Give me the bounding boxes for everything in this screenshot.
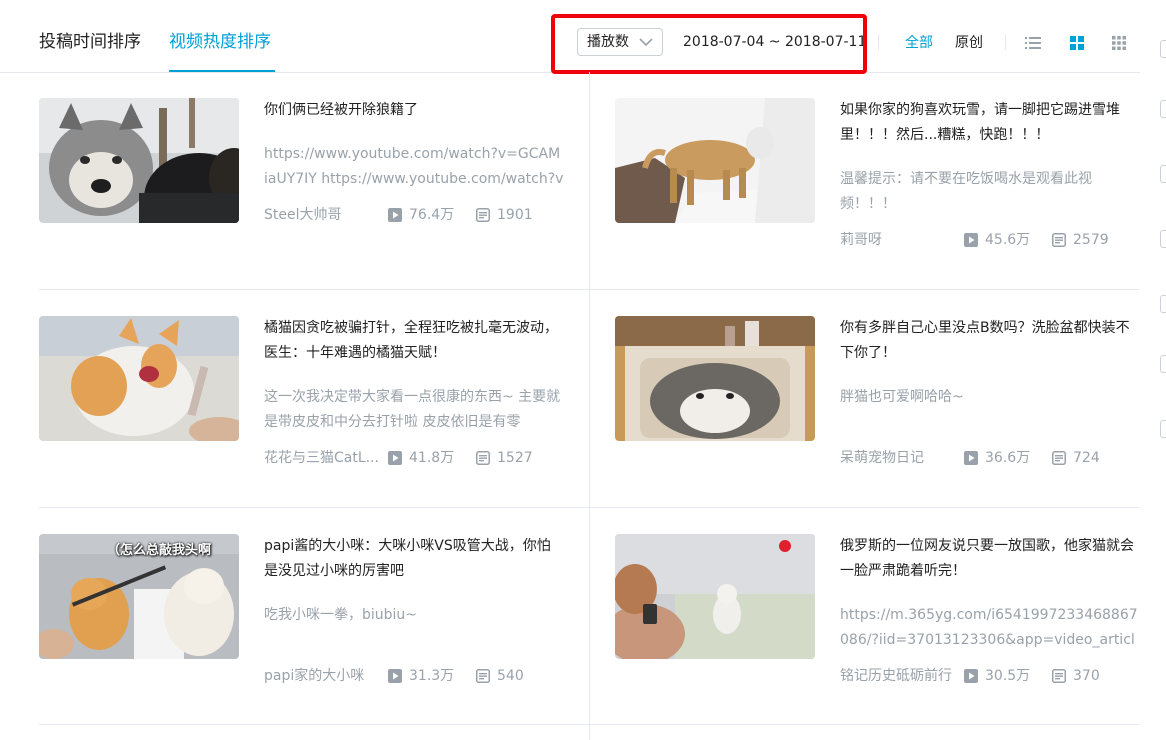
video-title[interactable]: 你有多胖自己心里没点B数吗？洗脸盆都快装不下你了！: [840, 316, 1140, 366]
video-meta: 铭记历史砥砺前行 30.5万 370: [840, 666, 1140, 686]
video-description: 温馨提示：请不要在吃饭喝水是观看此视频！！！: [840, 171, 1092, 212]
uploader-name[interactable]: Steel大帅哥: [264, 205, 382, 225]
play-count-icon: [964, 233, 978, 247]
tab-sort-by-popularity[interactable]: 视频热度排序: [169, 30, 271, 54]
danmu-count-value: 540: [497, 668, 524, 684]
video-description: https://m.365yg.com/i6541997233468867086…: [840, 607, 1138, 648]
video-description: 吃我小咪一拳，biubiu~: [264, 607, 418, 623]
video-card[interactable]: 俄罗斯的一位网友说只要一放国歌，他家猫就会一脸严肃跪着听完！ https://m…: [615, 508, 1140, 684]
danmu-count-value: 2579: [1073, 232, 1109, 248]
uploader-name[interactable]: 花花与三猫CatL...: [264, 448, 382, 468]
danmu-count-value: 370: [1073, 668, 1100, 684]
play-count-value: 31.3万: [409, 668, 455, 684]
play-count-value: 36.6万: [985, 450, 1031, 466]
video-meta: Steel大帅哥 76.4万 1901: [264, 205, 564, 225]
play-count-value: 41.8万: [409, 450, 455, 466]
video-card[interactable]: 如果你家的狗喜欢玩雪，请一脚把它踢进雪堆里！！！然后...糟糕，快跑！！！ 温馨…: [615, 72, 1140, 248]
small-grid-view-icon[interactable]: [1111, 35, 1127, 51]
uploader-name[interactable]: 莉哥呀: [840, 230, 958, 250]
danmu-icon: [476, 451, 490, 465]
danmu-icon: [1052, 233, 1066, 247]
uploader-name[interactable]: 呆萌宠物日记: [840, 448, 958, 468]
danmu-count-value: 1527: [497, 450, 533, 466]
sort-toolbar: 投稿时间排序 视频热度排序 播放数 2018-07-04 ~ 2018-07-1…: [0, 0, 1140, 74]
play-count-icon: [964, 451, 978, 465]
video-thumbnail[interactable]: [615, 98, 815, 223]
video-thumbnail[interactable]: [615, 534, 815, 659]
video-description: 这一次我决定带大家看一点很康的东西~ 主要就是带皮皮和中分去打针啦 皮皮依旧是有…: [264, 389, 561, 430]
side-nav-tab[interactable]: [1160, 295, 1166, 313]
highlight-annotation-box: [551, 14, 867, 74]
play-count-icon: [388, 669, 402, 683]
play-count-icon: [388, 451, 402, 465]
play-count-value: 30.5万: [985, 668, 1031, 684]
video-description: https://www.youtube.com/watch?v=GCAMiaUY…: [264, 146, 564, 187]
filter-original[interactable]: 原创: [955, 34, 983, 52]
video-title[interactable]: papi酱的大小咪：大咪小咪VS吸管大战，你怕是没见过小咪的厉害吧: [264, 534, 564, 584]
video-thumbnail[interactable]: [39, 98, 239, 223]
grid-view-icon[interactable]: [1069, 35, 1085, 51]
side-nav-tab[interactable]: [1160, 355, 1166, 373]
uploader-name[interactable]: papi家的大小咪: [264, 666, 382, 686]
video-title[interactable]: 橘猫因贪吃被骗打针，全程狂吃被扎毫无波动，医生：十年难遇的橘猫天赋！: [264, 316, 564, 366]
play-count-icon: [388, 208, 402, 222]
danmu-icon: [476, 208, 490, 222]
video-meta: papi家的大小咪 31.3万 540: [264, 666, 564, 686]
uploader-name[interactable]: 铭记历史砥砺前行: [840, 666, 958, 686]
video-card[interactable]: （怎么总敲我头啊 papi酱的大小咪：大咪小咪VS吸管大战，你怕是没见过小咪的厉…: [39, 508, 564, 684]
row-divider: [39, 724, 1139, 725]
list-view-icon[interactable]: [1025, 35, 1041, 51]
video-thumbnail[interactable]: [39, 316, 239, 441]
column-divider: [589, 72, 590, 740]
video-card[interactable]: 你们俩已经被开除狼籍了 https://www.youtube.com/watc…: [39, 72, 564, 225]
video-description: 胖猫也可爱啊哈哈~: [840, 389, 964, 405]
video-meta: 花花与三猫CatL... 41.8万 1527: [264, 448, 564, 468]
video-meta: 呆萌宠物日记 36.6万 724: [840, 448, 1140, 468]
video-title[interactable]: 如果你家的狗喜欢玩雪，请一脚把它踢进雪堆里！！！然后...糟糕，快跑！！！: [840, 98, 1140, 148]
side-nav-tab[interactable]: [1160, 40, 1166, 58]
video-thumbnail[interactable]: （怎么总敲我头啊: [39, 534, 239, 659]
play-count-value: 45.6万: [985, 232, 1031, 248]
side-nav-tab[interactable]: [1160, 420, 1166, 438]
video-grid: 你们俩已经被开除狼籍了 https://www.youtube.com/watc…: [39, 72, 1139, 740]
toolbar-divider: [1005, 34, 1006, 50]
side-nav-tab[interactable]: [1160, 100, 1166, 118]
filter-all[interactable]: 全部: [905, 34, 933, 52]
video-card[interactable]: 你有多胖自己心里没点B数吗？洗脸盆都快装不下你了！ 胖猫也可爱啊哈哈~ 呆萌宠物…: [615, 290, 1140, 466]
video-thumbnail[interactable]: [615, 316, 815, 441]
danmu-count-value: 724: [1073, 450, 1100, 466]
thumbnail-caption-text: （怎么总敲我头啊: [107, 543, 212, 558]
danmu-count-value: 1901: [497, 207, 533, 223]
play-count-icon: [964, 669, 978, 683]
danmu-icon: [1052, 451, 1066, 465]
play-count-value: 76.4万: [409, 207, 455, 223]
tab-sort-by-upload-time[interactable]: 投稿时间排序: [39, 30, 141, 54]
side-nav-tab[interactable]: [1160, 165, 1166, 183]
danmu-icon: [1052, 669, 1066, 683]
toolbar-divider: [878, 34, 879, 50]
video-title[interactable]: 你们俩已经被开除狼籍了: [264, 98, 564, 123]
video-meta: 莉哥呀 45.6万 2579: [840, 230, 1140, 250]
side-nav-tab[interactable]: [1160, 230, 1166, 248]
danmu-icon: [476, 669, 490, 683]
video-card[interactable]: 橘猫因贪吃被骗打针，全程狂吃被扎毫无波动，医生：十年难遇的橘猫天赋！ 这一次我决…: [39, 290, 564, 466]
video-title[interactable]: 俄罗斯的一位网友说只要一放国歌，他家猫就会一脸严肃跪着听完！: [840, 534, 1140, 584]
